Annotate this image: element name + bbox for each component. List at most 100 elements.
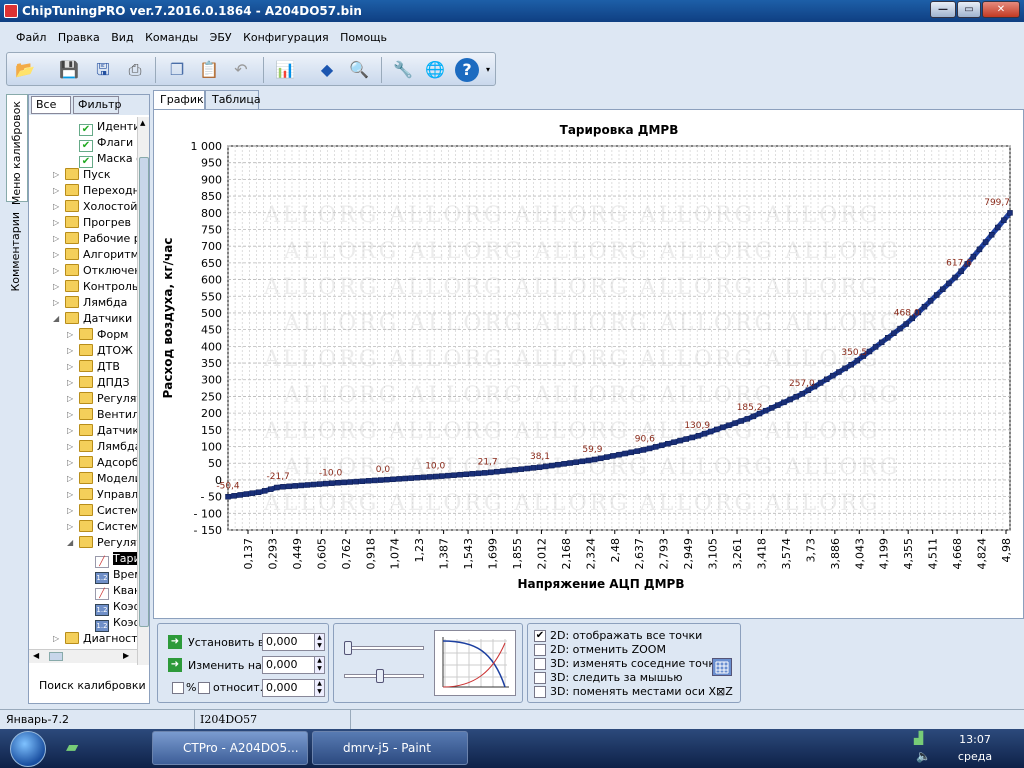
expand-icon[interactable]: ▷ bbox=[53, 295, 59, 311]
menu-edit[interactable]: Правка bbox=[58, 31, 100, 44]
expand-icon[interactable]: ▷ bbox=[53, 199, 59, 215]
menu-view[interactable]: Вид bbox=[111, 31, 133, 44]
copy-icon[interactable]: ❐ bbox=[165, 58, 189, 82]
open-icon[interactable]: 📂 bbox=[13, 58, 37, 82]
tree-item[interactable]: ▷ Переходные режимы bbox=[53, 183, 137, 199]
save-icon[interactable]: 💾 bbox=[57, 58, 81, 82]
expand-icon[interactable]: ▷ bbox=[67, 439, 73, 455]
chart-tools-icon[interactable]: 📊 bbox=[273, 58, 297, 82]
taskbar-item-paint[interactable]: dmrv-j5 - Paint bbox=[312, 731, 468, 765]
tree-item[interactable]: ▷ Вентилятор bbox=[67, 407, 137, 423]
tree-scroll-thumb[interactable] bbox=[139, 157, 149, 627]
expand-icon[interactable]: ▷ bbox=[53, 183, 59, 199]
info-icon[interactable]: ◆ bbox=[315, 58, 339, 82]
expand-icon[interactable]: ▷ bbox=[53, 631, 59, 647]
ecu-connect-icon[interactable]: 🌐 bbox=[423, 58, 447, 82]
slider-thumb-2[interactable] bbox=[376, 669, 384, 683]
tree-item[interactable]: ╱Тарировка ДМРВ bbox=[95, 551, 137, 568]
tab-graph[interactable]: График bbox=[153, 90, 205, 110]
menu-configuration[interactable]: Конфигурация bbox=[243, 31, 329, 44]
change-arrow-icon[interactable]: ➜ bbox=[168, 658, 182, 672]
tray-volume-icon[interactable]: 🔈 bbox=[916, 749, 931, 763]
option-checkbox[interactable] bbox=[534, 686, 546, 698]
expand-icon[interactable]: ▷ bbox=[67, 503, 73, 519]
tab-calibrations-menu[interactable]: Меню калибровок bbox=[6, 94, 28, 205]
expand-icon[interactable]: ▷ bbox=[53, 279, 59, 295]
save-as-icon[interactable]: 🖫 bbox=[91, 58, 115, 82]
tree-item[interactable]: ▷ Лямбда bbox=[67, 439, 137, 455]
slider-thumb-1[interactable] bbox=[344, 641, 352, 655]
expand-icon[interactable]: ▷ bbox=[67, 519, 73, 535]
tree-item[interactable]: ◢ Регулятор bbox=[67, 535, 137, 551]
print-icon[interactable]: ⎙ bbox=[123, 58, 147, 82]
relative-checkbox[interactable] bbox=[198, 682, 210, 694]
slider-track-1[interactable] bbox=[344, 646, 424, 650]
tree-tab-all[interactable]: Все bbox=[31, 96, 71, 114]
zoom-icon[interactable]: 🔍 bbox=[347, 58, 371, 82]
close-button[interactable]: ✕ bbox=[982, 1, 1020, 18]
tree-item[interactable]: ▷ Контроль bbox=[53, 279, 137, 295]
relative-value-input[interactable]: 0,000 bbox=[262, 679, 322, 697]
tree-item[interactable]: ▷ ДТВ bbox=[67, 359, 120, 375]
percent-checkbox[interactable] bbox=[172, 682, 184, 694]
tree-item[interactable]: ▷ Управление bbox=[67, 487, 137, 503]
change-value-spinner[interactable]: ▲ ▼ bbox=[314, 656, 325, 674]
start-button[interactable] bbox=[10, 731, 46, 767]
undo-icon[interactable]: ↶ bbox=[229, 58, 253, 82]
menu-commands[interactable]: Команды bbox=[145, 31, 198, 44]
toolbar-overflow-icon[interactable]: ▾ bbox=[483, 58, 493, 82]
tree-item[interactable]: ▷ Рабочие режимы bbox=[53, 231, 137, 247]
tree-item[interactable]: ▷ Форм bbox=[67, 327, 128, 343]
taskbar-item-ctpro[interactable]: CTPro - A204DO5... bbox=[152, 731, 308, 765]
minimize-button[interactable]: — bbox=[930, 1, 956, 18]
tree-item[interactable]: ▷ Отключения bbox=[53, 263, 137, 279]
tree-item[interactable]: ▷ Модели bbox=[67, 471, 137, 487]
expand-icon[interactable]: ▷ bbox=[67, 375, 73, 391]
expand-icon[interactable]: ▷ bbox=[67, 343, 73, 359]
expand-icon[interactable]: ▷ bbox=[67, 471, 73, 487]
tree-item[interactable]: 1.2Время bbox=[95, 567, 137, 584]
tree-tab-filter[interactable]: Фильтр bbox=[73, 96, 122, 114]
collapse-icon[interactable]: ◢ bbox=[53, 311, 59, 327]
tree-item[interactable]: 1.2Коэфф. bbox=[95, 599, 137, 616]
clock[interactable]: 13:07 среда bbox=[940, 731, 1010, 765]
tree-item[interactable]: ◢ Датчики bbox=[53, 311, 132, 327]
expand-icon[interactable]: ▷ bbox=[53, 167, 59, 183]
tree-item[interactable]: ▷ Адсорбер bbox=[67, 455, 137, 471]
tree-search-button[interactable]: Поиск калибровки bbox=[39, 679, 146, 692]
expand-icon[interactable]: ▷ bbox=[67, 359, 73, 375]
option-checkbox[interactable] bbox=[534, 672, 546, 684]
tree-item[interactable]: ▷ Система bbox=[67, 503, 137, 519]
tree-item[interactable]: ▷ Система bbox=[67, 519, 137, 535]
tree-item[interactable]: ✔Идентификация bbox=[79, 119, 137, 136]
slider-track-2[interactable] bbox=[344, 674, 424, 678]
expand-icon[interactable]: ▷ bbox=[67, 407, 73, 423]
tray-network-icon[interactable]: ▟ bbox=[914, 731, 923, 745]
tree-item[interactable]: ╱Квант bbox=[95, 583, 137, 600]
set-arrow-icon[interactable]: ➜ bbox=[168, 635, 182, 649]
collapse-icon[interactable]: ◢ bbox=[67, 535, 73, 551]
maf-calibration-chart[interactable]: Тарировка ДМРВ ALLORG ALLORG ALLORG ALLOR… bbox=[154, 110, 1023, 618]
expand-icon[interactable]: ▷ bbox=[67, 487, 73, 503]
tree-item[interactable]: ▷ Прогрев bbox=[53, 215, 131, 231]
tab-comments[interactable]: Комментарии bbox=[6, 206, 28, 296]
expand-icon[interactable]: ▷ bbox=[53, 247, 59, 263]
tree-item[interactable]: ▷ Пуск bbox=[53, 167, 110, 183]
tree-item[interactable]: 1.2Коэфф. bbox=[95, 615, 137, 632]
tools-icon[interactable]: 🔧 bbox=[391, 58, 415, 82]
option-checkbox[interactable]: ✔ bbox=[534, 630, 546, 642]
grid-table-icon[interactable] bbox=[712, 658, 732, 676]
tree-item[interactable]: ▷ Диагностика bbox=[53, 631, 137, 647]
help-icon[interactable]: ? bbox=[455, 58, 479, 82]
expand-icon[interactable]: ▷ bbox=[67, 327, 73, 343]
expand-icon[interactable]: ▷ bbox=[67, 423, 73, 439]
tree-item[interactable]: ▷ Алгоритмы bbox=[53, 247, 137, 263]
tab-table[interactable]: Таблица bbox=[205, 90, 261, 110]
menu-ecu[interactable]: ЭБУ bbox=[210, 31, 232, 44]
expand-icon[interactable]: ▷ bbox=[67, 455, 73, 471]
expand-icon[interactable]: ▷ bbox=[53, 263, 59, 279]
tree-item[interactable]: ✔Флаги исп. bbox=[79, 135, 137, 152]
set-value-spinner[interactable]: ▲ ▼ bbox=[314, 633, 325, 651]
expand-icon[interactable]: ▷ bbox=[53, 215, 59, 231]
curve-preview-icon[interactable] bbox=[434, 630, 516, 696]
